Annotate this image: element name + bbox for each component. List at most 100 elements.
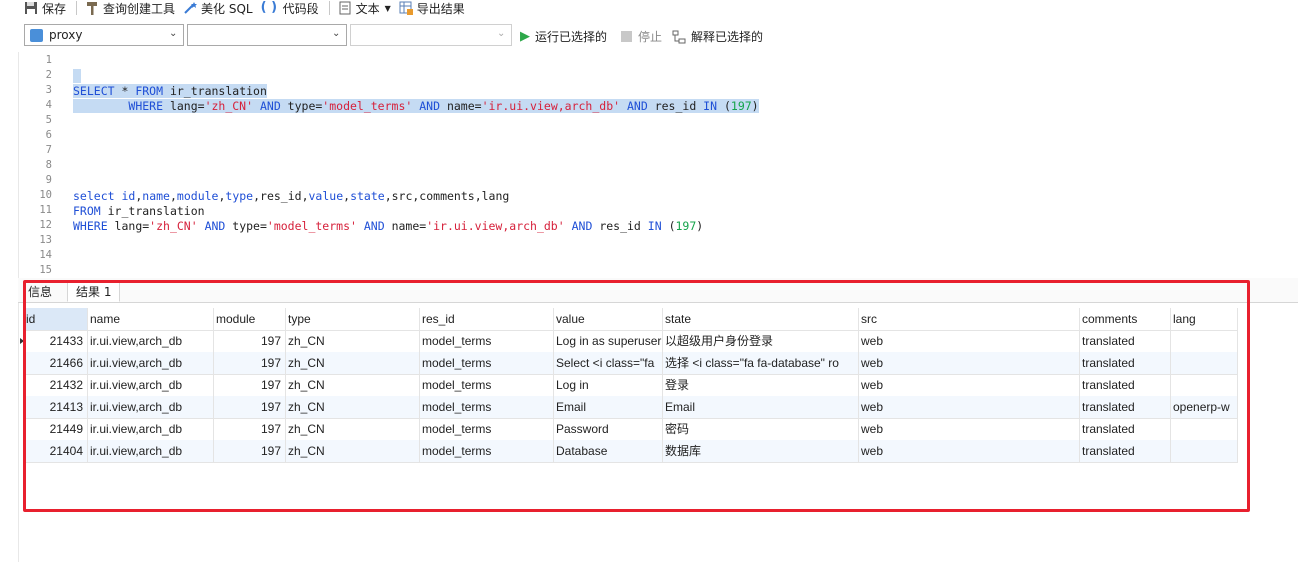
cell-res_id[interactable]: model_terms [420, 418, 554, 440]
cell-module[interactable]: 197 [214, 418, 286, 440]
table-row[interactable]: 21449 ir.ui.view,arch_db 197 zh_CN model_ter… [24, 418, 1238, 441]
cell-src[interactable]: web [859, 352, 1080, 374]
cell-res_id[interactable]: model_terms [420, 374, 554, 396]
run-selected-button[interactable]: ▶ 运行已选择的 [520, 28, 607, 45]
database-icon [30, 29, 43, 42]
cell-src[interactable]: web [859, 374, 1080, 396]
cell-value[interactable]: Email [554, 396, 663, 418]
column-header-name[interactable]: name [88, 308, 214, 330]
table-row[interactable]: 21413 ir.ui.view,arch_db 197 zh_CN model_ter… [24, 396, 1238, 419]
cell-src[interactable]: web [859, 330, 1080, 352]
cell-id[interactable]: 21404 [24, 440, 88, 462]
column-header-value[interactable]: value [554, 308, 663, 330]
column-header-module[interactable]: module [214, 308, 286, 330]
sql-editor[interactable]: 1 2 3 SELECT * FROM ir_translation 4 WHERE l… [0, 54, 1298, 276]
cell-lang[interactable] [1171, 418, 1238, 440]
cell-comments[interactable]: translated [1080, 352, 1171, 374]
cell-module[interactable]: 197 [214, 374, 286, 396]
cell-value[interactable]: Select <i class="fa [554, 352, 663, 374]
save-button[interactable]: 保存 [24, 0, 66, 16]
code-snippet-button[interactable]: ( ) 代码段 [261, 0, 319, 16]
column-header-src[interactable]: src [859, 308, 1080, 330]
database-select[interactable]: ⌄ [187, 24, 347, 46]
cell-comments[interactable]: translated [1080, 440, 1171, 462]
cell-name[interactable]: ir.ui.view,arch_db [88, 440, 214, 462]
cell-name[interactable]: ir.ui.view,arch_db [88, 374, 214, 396]
export-grid-icon [399, 1, 413, 15]
cell-state[interactable]: 以超级用户身份登录 [663, 330, 859, 352]
explain-selected-button[interactable]: 解释已选择的 [672, 28, 763, 45]
tab-info[interactable]: 信息 [28, 283, 52, 300]
cell-id[interactable]: 21413 [24, 396, 88, 418]
column-header-state[interactable]: state [663, 308, 859, 330]
cell-module[interactable]: 197 [214, 352, 286, 374]
cell-lang[interactable]: openerp-w [1171, 396, 1238, 418]
export-result-button[interactable]: 导出结果 [399, 0, 465, 16]
table-row[interactable]: 21404 ir.ui.view,arch_db 197 zh_CN model_ter… [24, 440, 1238, 463]
cell-src[interactable]: web [859, 396, 1080, 418]
text-button[interactable]: 文本 ▼ [338, 0, 391, 16]
line-number: 5 [45, 114, 52, 126]
cell-comments[interactable]: translated [1080, 330, 1171, 352]
cell-value[interactable]: Database [554, 440, 663, 462]
cell-id[interactable]: 21449 [24, 418, 88, 440]
cell-name[interactable]: ir.ui.view,arch_db [88, 330, 214, 352]
tab-result-1[interactable]: 结果 1 [67, 280, 121, 302]
column-header-res_id[interactable]: res_id [420, 308, 554, 330]
cell-res_id[interactable]: model_terms [420, 396, 554, 418]
cell-lang[interactable] [1171, 374, 1238, 396]
cell-value[interactable]: Log in as superuser [554, 330, 663, 352]
cell-value[interactable]: Log in [554, 374, 663, 396]
cell-lang[interactable] [1171, 330, 1238, 352]
cell-state[interactable]: Email [663, 396, 859, 418]
column-header-id[interactable]: id [24, 308, 88, 330]
column-header-comments[interactable]: comments [1080, 308, 1171, 330]
cell-id[interactable]: 21432 [24, 374, 88, 396]
hammer-icon [85, 1, 99, 15]
cell-type[interactable]: zh_CN [286, 396, 420, 418]
cell-comments[interactable]: translated [1080, 418, 1171, 440]
cell-res_id[interactable]: model_terms [420, 440, 554, 462]
cell-type[interactable]: zh_CN [286, 352, 420, 374]
column-header-type[interactable]: type [286, 308, 420, 330]
cell-comments[interactable]: translated [1080, 396, 1171, 418]
cell-module[interactable]: 197 [214, 330, 286, 352]
cell-lang[interactable] [1171, 352, 1238, 374]
cell-name[interactable]: ir.ui.view,arch_db [88, 352, 214, 374]
beautify-sql-button[interactable]: 美化 SQL [183, 0, 253, 16]
table-row[interactable]: 21432 ir.ui.view,arch_db 197 zh_CN model_ter… [24, 374, 1238, 397]
save-icon [24, 1, 38, 15]
column-header-lang[interactable]: lang [1171, 308, 1238, 330]
cell-name[interactable]: ir.ui.view,arch_db [88, 418, 214, 440]
cell-module[interactable]: 197 [214, 396, 286, 418]
chevron-down-icon: ⌄ [497, 28, 506, 39]
cell-type[interactable]: zh_CN [286, 418, 420, 440]
cell-state[interactable]: 数据库 [663, 440, 859, 462]
cell-src[interactable]: web [859, 418, 1080, 440]
cell-name[interactable]: ir.ui.view,arch_db [88, 396, 214, 418]
cell-lang[interactable] [1171, 440, 1238, 462]
cell-comments[interactable]: translated [1080, 374, 1171, 396]
cell-res_id[interactable]: model_terms [420, 352, 554, 374]
cell-type[interactable]: zh_CN [286, 440, 420, 462]
cell-type[interactable]: zh_CN [286, 330, 420, 352]
cell-state[interactable]: 密码 [663, 418, 859, 440]
code-snippet-label: 代码段 [282, 1, 319, 16]
connection-bar: proxy ⌄ ⌄ ⌄ ▶ 运行已选择的 停止 解释已选择的 [0, 24, 1298, 50]
table-row[interactable]: 21466 ir.ui.view,arch_db 197 zh_CN model_ter… [24, 352, 1238, 375]
cell-value[interactable]: Password [554, 418, 663, 440]
query-builder-button[interactable]: 查询创建工具 [85, 0, 175, 16]
stop-button[interactable]: 停止 [621, 28, 662, 45]
connection-select[interactable]: proxy ⌄ [24, 24, 184, 46]
cell-id[interactable]: 21466 [24, 352, 88, 374]
cell-type[interactable]: zh_CN [286, 374, 420, 396]
cell-state[interactable]: 登录 [663, 374, 859, 396]
cell-id[interactable]: 21433 [24, 330, 88, 352]
table-row[interactable]: 21433 ir.ui.view,arch_db 197 zh_CN model_ter… [20, 330, 1238, 353]
cell-module[interactable]: 197 [214, 440, 286, 462]
cell-res_id[interactable]: model_terms [420, 330, 554, 352]
schema-select[interactable]: ⌄ [350, 24, 512, 46]
cell-state[interactable]: 选择 <i class="fa fa-database" ro [663, 352, 859, 374]
cell-src[interactable]: web [859, 440, 1080, 462]
code-line: FROM ir_translation [73, 204, 205, 218]
